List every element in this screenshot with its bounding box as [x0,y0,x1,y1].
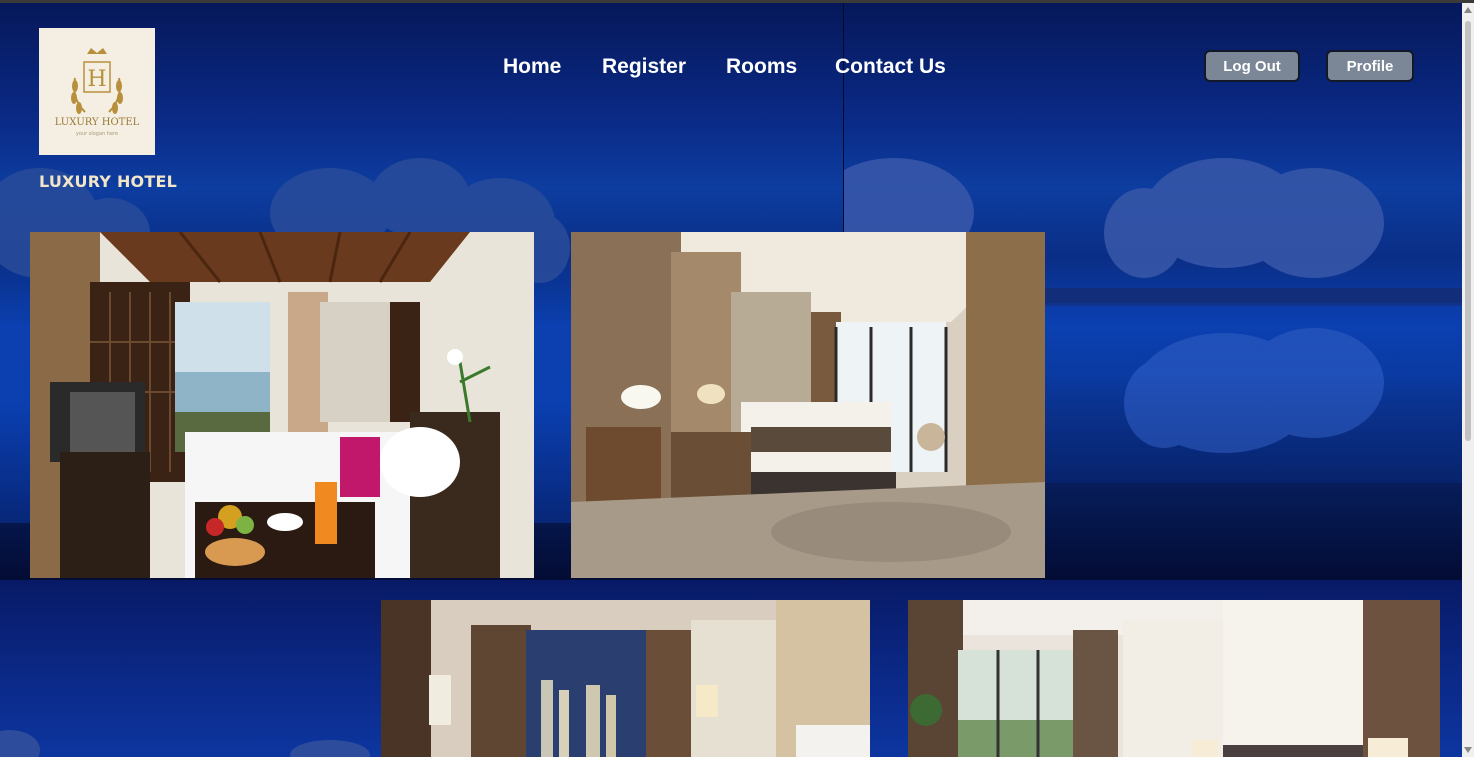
profile-button[interactable]: Profile [1326,50,1414,82]
room-photo-modern[interactable] [571,232,1045,578]
room-photo-villa[interactable] [30,232,534,578]
nav-link-contact[interactable]: Contact Us [835,55,946,79]
scroll-up-icon[interactable] [1464,7,1472,13]
crest-icon: H LUXURY HOTEL your slogan here [55,48,140,137]
scroll-down-icon[interactable] [1464,747,1472,753]
room-photo-city-image [381,600,870,757]
nav-link-rooms[interactable]: Rooms [726,55,797,79]
room-photo-modern-image [571,232,1045,578]
scrollbar-thumb[interactable] [1465,21,1471,441]
nav-link-home[interactable]: Home [503,55,561,79]
logo-text: LUXURY HOTEL [55,117,140,128]
room-photo-suite-image [908,600,1440,757]
logout-button[interactable]: Log Out [1204,50,1300,82]
room-photo-city[interactable] [381,600,870,757]
room-photo-villa-image [30,232,534,578]
hotel-logo[interactable]: H LUXURY HOTEL your slogan here [39,28,155,155]
nav-link-register[interactable]: Register [602,55,686,79]
logo-tagline: your slogan here [76,131,118,137]
page-scrollbar[interactable] [1462,3,1474,757]
room-photo-suite[interactable] [908,600,1440,757]
hotel-page: H LUXURY HOTEL your slogan here LUXURY H… [0,0,1474,757]
brand-name: LUXURY HOTEL [39,172,177,191]
